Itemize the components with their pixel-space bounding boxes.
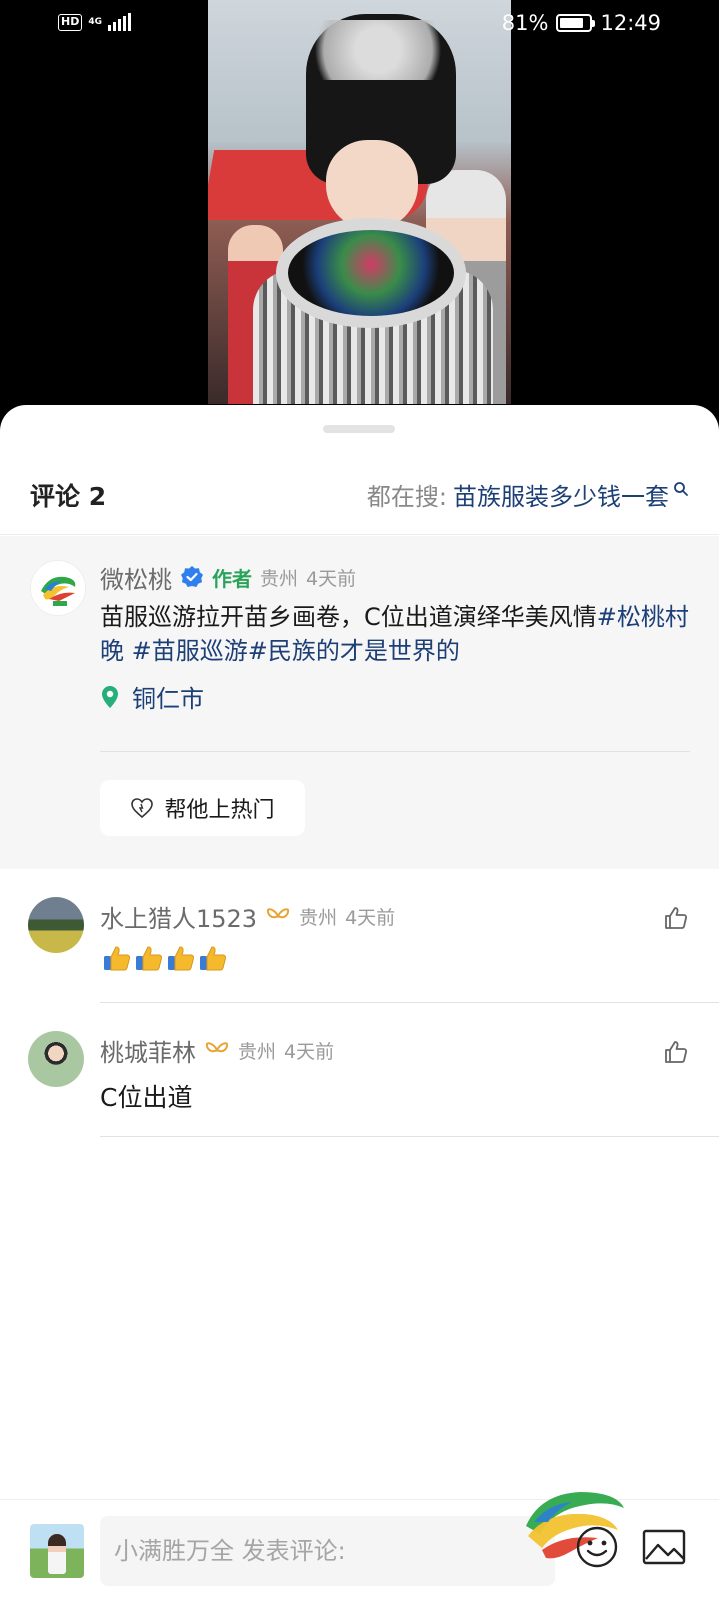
like-icon[interactable] bbox=[663, 1039, 689, 1065]
fan-badge-icon bbox=[266, 908, 290, 919]
self-avatar-figure bbox=[48, 1534, 66, 1574]
self-avatar[interactable] bbox=[30, 1524, 84, 1578]
author-name[interactable]: 微松桃 bbox=[100, 560, 172, 595]
clock: 12:49 bbox=[600, 11, 661, 35]
search-icon bbox=[674, 481, 688, 496]
battery-icon bbox=[556, 14, 596, 32]
status-right: 81% 12:49 bbox=[502, 11, 661, 35]
video-collar bbox=[276, 218, 466, 328]
comment-composer bbox=[0, 1492, 719, 1600]
search-term[interactable]: 苗族服装多少钱一套 bbox=[453, 477, 669, 512]
commenter-avatar[interactable] bbox=[28, 897, 84, 953]
author-region: 贵州 bbox=[260, 567, 299, 590]
post-divider bbox=[100, 751, 690, 752]
location-label: 铜仁市 bbox=[132, 685, 204, 713]
comment-item: 水上猎人1523 贵州 4天前 bbox=[0, 869, 719, 1003]
comment-item: 桃城菲林 贵州 4天前 C位出道 bbox=[0, 1003, 719, 1137]
location-pin-icon bbox=[102, 685, 118, 708]
thumbs-up-emoji bbox=[200, 946, 227, 971]
sheet-drag-handle[interactable] bbox=[323, 425, 395, 433]
app-root: HD 4G 81% 12:49 评论 2 都在搜: 苗族服装多少钱一套 微松桃 … bbox=[0, 0, 719, 1600]
network-type: 4G bbox=[88, 16, 102, 27]
commenter-time: 4天前 bbox=[345, 906, 396, 929]
battery-percent: 81% bbox=[501, 11, 549, 35]
thumbs-up-emoji bbox=[136, 946, 163, 971]
thumbs-row bbox=[102, 944, 228, 972]
search-suggestion[interactable]: 都在搜: 苗族服装多少钱一套 bbox=[367, 477, 689, 512]
channel-logo-icon bbox=[41, 576, 76, 606]
comment-text bbox=[100, 944, 228, 972]
comment-divider bbox=[100, 1136, 719, 1137]
comments-sheet: 评论 2 都在搜: 苗族服装多少钱一套 微松桃 作者 贵州 4天前 苗服巡游拉开… bbox=[0, 405, 719, 1600]
author-avatar[interactable] bbox=[30, 560, 86, 616]
heart-fire-icon bbox=[131, 798, 154, 819]
author-post: 微松桃 作者 贵州 4天前 苗服巡游拉开苗乡画卷，C位出道演绎华美风情#松桃村晚… bbox=[0, 536, 719, 869]
location-tag[interactable]: 铜仁市 bbox=[100, 679, 204, 714]
fan-badge-icon bbox=[205, 1042, 229, 1053]
status-left: HD 4G bbox=[58, 13, 131, 31]
verified-icon bbox=[181, 566, 203, 587]
image-icon[interactable] bbox=[642, 1529, 686, 1565]
comment-text-body: C位出道 bbox=[100, 1083, 193, 1112]
post-text: 苗服巡游拉开苗乡画卷，C位出道演绎华美风情#松桃村晚 #苗服巡游#民族的才是世界… bbox=[100, 600, 695, 668]
commenter-avatar[interactable] bbox=[28, 1031, 84, 1087]
boost-button[interactable]: 帮他上热门 bbox=[100, 780, 305, 836]
commenter-name[interactable]: 桃城菲林 bbox=[100, 1033, 196, 1068]
commenter-name[interactable]: 水上猎人1523 bbox=[100, 899, 257, 934]
commenter-name-line: 桃城菲林 贵州 4天前 bbox=[100, 1033, 335, 1068]
comment-text: C位出道 bbox=[100, 1078, 192, 1114]
like-icon[interactable] bbox=[663, 905, 689, 931]
commenter-name-line: 水上猎人1523 贵州 4天前 bbox=[100, 899, 396, 934]
author-name-line: 微松桃 作者 贵州 4天前 bbox=[100, 560, 357, 595]
video-face bbox=[326, 140, 418, 230]
author-tag: 作者 bbox=[212, 566, 252, 591]
search-prefix: 都在搜: bbox=[366, 483, 447, 511]
hashtag-link[interactable]: #民族的才是世界的 bbox=[248, 637, 460, 665]
hd-badge: HD bbox=[58, 13, 83, 31]
commenter-time: 4天前 bbox=[284, 1040, 335, 1063]
thumbs-up-emoji bbox=[168, 946, 195, 971]
thumbs-up-emoji bbox=[104, 946, 131, 971]
emoji-icon[interactable] bbox=[575, 1525, 619, 1569]
commenter-region: 贵州 bbox=[299, 906, 338, 929]
comment-count-title: 评论 2 bbox=[30, 481, 107, 511]
commenter-region: 贵州 bbox=[238, 1040, 277, 1063]
boost-label: 帮他上热门 bbox=[164, 798, 275, 823]
status-bar: HD 4G 81% 12:49 bbox=[0, 0, 719, 50]
battery-fill bbox=[560, 18, 584, 28]
signal-icon bbox=[108, 13, 131, 31]
author-time: 4天前 bbox=[306, 567, 357, 590]
comments-header: 评论 2 都在搜: 苗族服装多少钱一套 bbox=[0, 455, 719, 535]
post-body: 苗服巡游拉开苗乡画卷，C位出道演绎华美风情 bbox=[100, 603, 597, 631]
hashtag-link[interactable]: #苗服巡游 bbox=[132, 637, 248, 665]
comment-input[interactable] bbox=[100, 1516, 555, 1586]
video-preview[interactable] bbox=[208, 0, 511, 404]
